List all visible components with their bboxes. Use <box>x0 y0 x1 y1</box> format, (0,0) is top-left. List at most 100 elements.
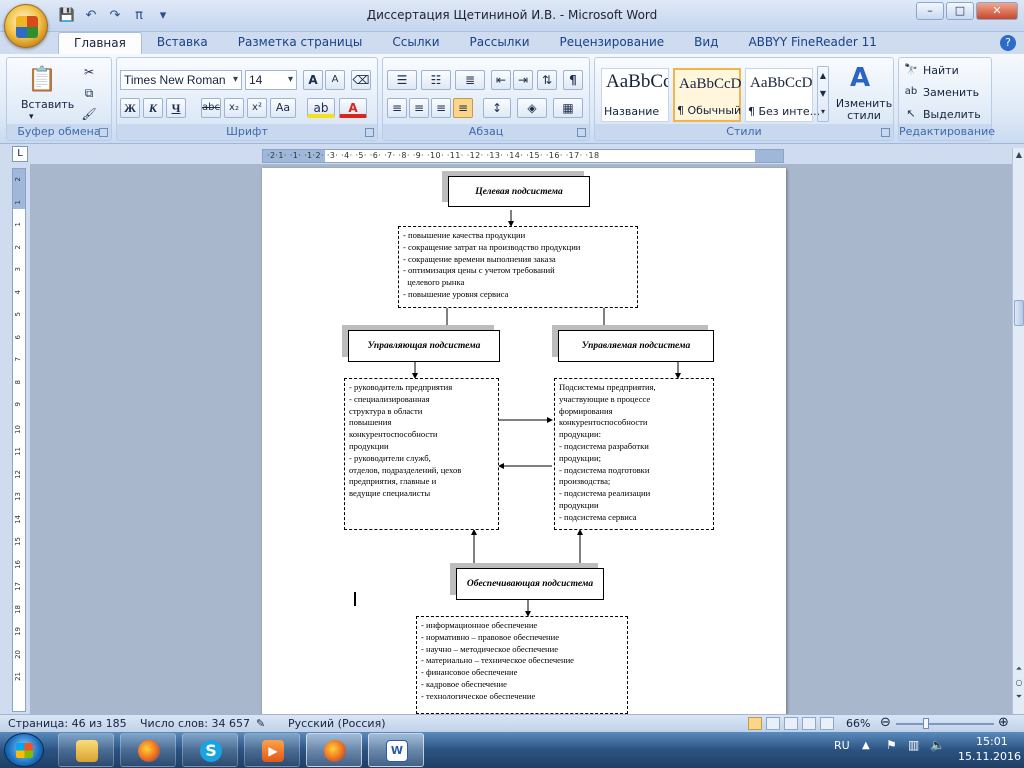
clock-date[interactable]: 15.11.2016 <box>958 750 1021 763</box>
next-page-icon[interactable]: ⏷ <box>1013 692 1024 704</box>
tab-selector-icon[interactable]: L <box>12 146 28 162</box>
start-button[interactable] <box>4 733 44 767</box>
font-launcher-icon[interactable] <box>365 128 374 137</box>
draft-view-icon[interactable] <box>820 717 834 730</box>
highlight-color-icon[interactable]: ab <box>307 98 335 118</box>
increase-indent-icon[interactable]: ⇥ <box>513 70 533 90</box>
sort-icon[interactable]: ⇅ <box>537 70 557 90</box>
taskbar-skype[interactable]: S <box>182 733 238 767</box>
zoom-slider[interactable] <box>896 723 994 725</box>
numbering-icon[interactable]: ☷ <box>421 70 451 90</box>
change-styles-button[interactable]: Изменить стили <box>833 98 895 122</box>
close-button[interactable]: ✕ <box>976 2 1018 20</box>
vertical-scrollbar[interactable]: ▲ ⏶ ○ ⏷ <box>1012 148 1024 714</box>
help-icon[interactable]: ? <box>1000 35 1016 51</box>
zoom-level[interactable]: 66% <box>846 717 870 730</box>
zoom-out-icon[interactable]: ⊖ <box>880 715 891 730</box>
show-marks-icon[interactable]: ¶ <box>563 70 583 90</box>
tab-references[interactable]: Ссылки <box>377 32 454 54</box>
paste-button[interactable]: Вставить <box>21 98 74 111</box>
maximize-button[interactable]: □ <box>946 2 974 20</box>
superscript-button[interactable]: x² <box>247 98 267 118</box>
tab-insert[interactable]: Вставка <box>142 32 223 54</box>
subscript-button[interactable]: x₂ <box>224 98 244 118</box>
paste-icon[interactable]: 📋 <box>25 62 59 96</box>
action-center-icon[interactable]: ⚑ <box>886 738 897 752</box>
clear-formatting-icon[interactable]: ⌫ <box>351 70 371 90</box>
managing-subsystem-header: Управляющая подсистема <box>348 330 500 362</box>
scrollbar-thumb[interactable] <box>1014 300 1024 326</box>
tray-expand-icon[interactable]: ▲ <box>862 740 870 751</box>
previous-page-icon[interactable]: ⏶ <box>1013 664 1024 676</box>
taskbar-firefox[interactable] <box>120 733 176 767</box>
strikethrough-button[interactable]: abc <box>201 98 221 118</box>
network-icon[interactable]: ▥ <box>908 738 919 752</box>
tab-view[interactable]: Вид <box>679 32 733 54</box>
taskbar-firefox-2[interactable] <box>306 733 362 767</box>
bold-button[interactable]: Ж <box>120 98 140 118</box>
justify-icon[interactable]: ≡ <box>453 98 473 118</box>
office-button[interactable] <box>4 4 48 48</box>
document-page[interactable]: Целевая подсистема - повышение качества … <box>262 168 786 714</box>
shrink-font-button[interactable]: A <box>325 70 345 90</box>
tab-mailings[interactable]: Рассылки <box>455 32 545 54</box>
find-button[interactable]: Найти <box>923 64 959 77</box>
outline-view-icon[interactable] <box>802 717 816 730</box>
horizontal-ruler[interactable]: ·2·1· ·1· ·1·2· ·3· ·4· ·5· ·6· ·7· ·8· … <box>262 149 784 163</box>
vertical-ruler[interactable]: 2 1 1 2 3 4 5 6 7 8 9 10 11 12 13 14 15 16 17 18 19 20 21 <box>12 168 26 712</box>
align-left-icon[interactable]: ≡ <box>387 98 407 118</box>
bullets-icon[interactable]: ☰ <box>387 70 417 90</box>
zoom-slider-thumb[interactable] <box>923 718 930 729</box>
print-layout-view-icon[interactable] <box>748 717 762 730</box>
change-styles-icon[interactable]: A <box>845 62 875 94</box>
cut-icon[interactable]: ✂ <box>79 62 99 82</box>
font-color-icon[interactable]: A <box>339 98 367 118</box>
input-language[interactable]: RU <box>834 739 850 752</box>
format-painter-icon[interactable]: 🖌 <box>79 104 99 124</box>
tab-abbyy[interactable]: ABBYY FineReader 11 <box>733 32 891 54</box>
tab-page-layout[interactable]: Разметка страницы <box>223 32 378 54</box>
paragraph-launcher-icon[interactable] <box>577 128 586 137</box>
word-count[interactable]: Число слов: 34 657 <box>140 717 250 730</box>
align-center-icon[interactable]: ≡ <box>409 98 429 118</box>
page-count[interactable]: Страница: 46 из 185 <box>8 717 127 730</box>
clipboard-launcher-icon[interactable] <box>99 128 108 137</box>
style-normal[interactable]: AaBbCcDc ¶ Обычный <box>673 68 741 122</box>
italic-button[interactable]: К <box>143 98 163 118</box>
style-no-spacing[interactable]: AaBbCcDc ¶ Без инте... <box>745 68 820 122</box>
spell-check-icon[interactable]: ✎ <box>256 717 265 730</box>
align-right-icon[interactable]: ≡ <box>431 98 451 118</box>
styles-scroll-icon[interactable]: ▲ ▼ ▾ <box>817 66 829 122</box>
font-family-select[interactable]: Times New Roman <box>120 70 242 90</box>
change-case-button[interactable]: Аа <box>270 98 296 118</box>
tab-review[interactable]: Рецензирование <box>545 32 680 54</box>
replace-button[interactable]: Заменить <box>923 86 979 99</box>
taskbar-media-player[interactable]: ▶ <box>244 733 300 767</box>
select-button[interactable]: Выделить <box>923 108 981 121</box>
underline-button[interactable]: Ч <box>166 98 186 118</box>
font-size-select[interactable]: 14 <box>245 70 297 90</box>
clock-time[interactable]: 15:01 <box>976 735 1008 748</box>
taskbar-word[interactable]: W <box>368 733 424 767</box>
browse-object-icon[interactable]: ○ <box>1013 678 1024 690</box>
line-spacing-icon[interactable]: ↕ <box>483 98 511 118</box>
minimize-button[interactable]: – <box>916 2 944 20</box>
paste-dropdown-icon[interactable]: ▾ <box>29 112 34 122</box>
decrease-indent-icon[interactable]: ⇤ <box>491 70 511 90</box>
full-screen-view-icon[interactable] <box>766 717 780 730</box>
volume-icon[interactable]: 🔈 <box>930 738 945 752</box>
shading-icon[interactable]: ◈ <box>517 98 547 118</box>
styles-launcher-icon[interactable] <box>881 128 890 137</box>
web-layout-view-icon[interactable] <box>784 717 798 730</box>
support-subsystem-box: - информационное обеспечение - нормативн… <box>416 616 628 714</box>
taskbar-explorer[interactable] <box>58 733 114 767</box>
grow-font-button[interactable]: A <box>303 70 323 90</box>
scroll-up-icon[interactable]: ▲ <box>1013 150 1024 162</box>
tab-home[interactable]: Главная <box>58 32 142 54</box>
language-indicator[interactable]: Русский (Россия) <box>288 717 386 730</box>
borders-icon[interactable]: ▦ <box>553 98 583 118</box>
copy-icon[interactable]: ⧉ <box>79 83 99 103</box>
zoom-in-icon[interactable]: ⊕ <box>998 715 1009 730</box>
multilevel-list-icon[interactable]: ≣ <box>455 70 485 90</box>
style-title[interactable]: AaBbCc Название <box>601 68 669 122</box>
